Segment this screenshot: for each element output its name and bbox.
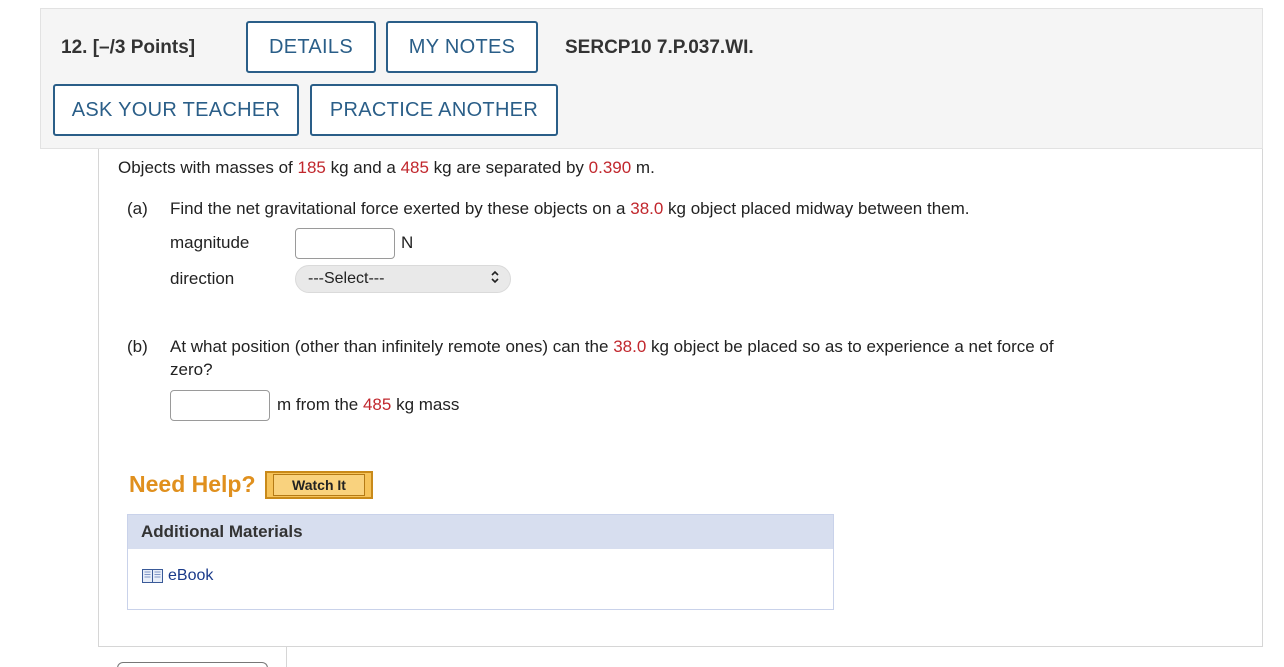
intro-text: kg and a <box>325 158 401 177</box>
direction-select[interactable]: ---Select--- <box>295 265 511 293</box>
mass-2-value: 485 <box>400 158 429 177</box>
intro-text: Objects with masses of <box>118 158 298 177</box>
ebook-link[interactable]: eBook <box>142 567 213 585</box>
intro-text: kg are separated by <box>428 158 589 177</box>
ebook-label: eBook <box>168 567 214 584</box>
additional-materials-title: Additional Materials <box>128 515 833 549</box>
direction-selected-value: ---Select--- <box>308 270 385 287</box>
chevron-up-down-icon <box>490 269 500 288</box>
position-unit-text: m from the 485 kg mass <box>277 395 459 415</box>
part-b-mass-value: 38.0 <box>613 337 647 356</box>
question-title: 12. [–/3 Points] <box>61 37 195 59</box>
part-a-label: (a) <box>127 199 148 218</box>
problem-code: SERCP10 7.P.037.WI. <box>565 37 754 58</box>
need-help-label: Need Help? <box>129 471 256 497</box>
additional-materials-panel: Additional Materials eBook <box>127 514 834 610</box>
question-number: 12. <box>61 37 88 58</box>
intro-text: m. <box>631 158 655 177</box>
question-points: [–/3 Points] <box>92 37 196 58</box>
reference-mass-value: 485 <box>362 395 392 414</box>
part-a-text: kg object placed midway between them. <box>663 199 970 218</box>
book-icon <box>142 569 163 583</box>
position-unit: kg mass <box>391 395 460 414</box>
separation-value: 0.390 <box>588 158 632 177</box>
part-b-text: At what position (other than infinitely … <box>170 337 614 356</box>
ask-your-teacher-button[interactable]: ASK YOUR TEACHER <box>53 84 299 136</box>
my-notes-button[interactable]: MY NOTES <box>386 21 538 73</box>
magnitude-unit: N <box>401 233 414 252</box>
problem-intro: Objects with masses of 185 kg and a 485 … <box>118 158 655 178</box>
part-a-mass-value: 38.0 <box>630 199 664 218</box>
part-b-text: kg object be placed so as to experience … <box>646 337 1054 356</box>
position-input[interactable] <box>170 390 270 421</box>
divider <box>286 647 287 667</box>
watch-it-button[interactable]: Watch It <box>265 471 373 499</box>
part-b-label: (b) <box>127 337 148 356</box>
watch-it-label: Watch It <box>273 474 365 496</box>
part-a-text: Find the net gravitational force exerted… <box>170 199 631 218</box>
part-a-question: Find the net gravitational force exerted… <box>170 199 970 219</box>
magnitude-input[interactable] <box>295 228 395 259</box>
question-header: 12. [–/3 Points] DETAILS MY NOTES SERCP1… <box>40 8 1263 149</box>
details-button[interactable]: DETAILS <box>246 21 376 73</box>
mass-1-value: 185 <box>297 158 326 177</box>
part-b-question: At what position (other than infinitely … <box>170 337 1054 357</box>
next-section-button-edge <box>117 662 268 667</box>
position-unit: m from the <box>277 395 363 414</box>
magnitude-label: magnitude <box>170 233 250 252</box>
practice-another-button[interactable]: PRACTICE ANOTHER <box>310 84 558 136</box>
direction-label: direction <box>170 269 235 288</box>
part-b-question-cont: zero? <box>170 360 213 379</box>
